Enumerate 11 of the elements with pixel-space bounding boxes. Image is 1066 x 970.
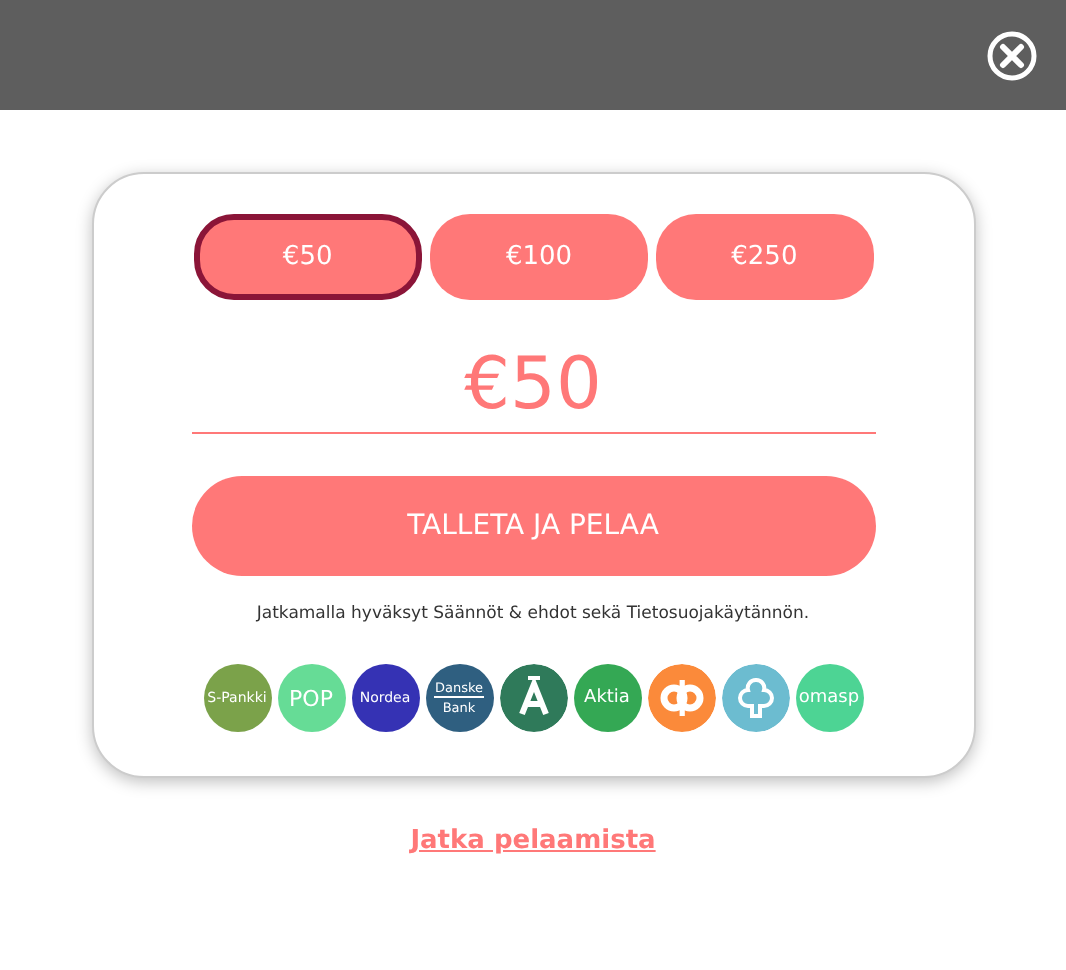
amount-button[interactable]: €50 <box>193 214 423 300</box>
amount-button[interactable]: €250 <box>655 214 874 300</box>
close-icon[interactable] <box>986 29 1038 81</box>
amount-field[interactable]: €50 <box>191 344 875 434</box>
amount-button[interactable]: €100 <box>430 214 648 300</box>
bank-logo: POP <box>277 664 345 732</box>
terms-text: Jatkamalla hyväksyt Säännöt & ehdot sekä Tietosuojakäytännön. <box>256 604 810 624</box>
continue-link[interactable]: Jatka pelaamista <box>410 826 656 856</box>
deposit-button[interactable]: TALLETA JA PELAA <box>191 476 875 576</box>
bank-logo: omasp <box>795 664 863 732</box>
bank-logo: Aktia <box>573 664 641 732</box>
